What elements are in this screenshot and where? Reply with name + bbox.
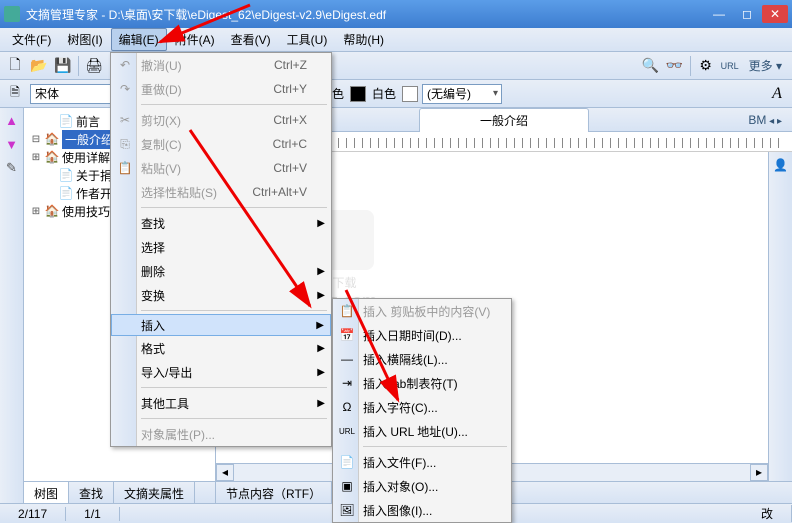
menu-pastespecial[interactable]: 选择性粘贴(S)Ctrl+Alt+V — [111, 180, 331, 204]
insert-char[interactable]: Ω插入字符(C)... — [333, 395, 511, 419]
menu-undo[interactable]: ↶撤消(U)Ctrl+Z — [111, 53, 331, 77]
insert-clipboard[interactable]: 📋插入 剪贴板中的内容(V) — [333, 299, 511, 323]
insert-submenu: 📋插入 剪贴板中的内容(V) 📅插入日期时间(D)... —插入横隔线(L)..… — [332, 298, 512, 523]
minimize-button[interactable]: — — [706, 5, 732, 23]
tab-rtf[interactable]: 节点内容（RTF） — [216, 482, 332, 503]
menu-attach[interactable]: 附件(A) — [167, 28, 223, 51]
menu-view[interactable]: 查看(V) — [223, 28, 279, 51]
app-icon — [4, 6, 20, 22]
insert-url[interactable]: URL插入 URL 地址(U)... — [333, 419, 511, 443]
open-icon[interactable]: 📂 — [28, 55, 50, 77]
insert-datetime[interactable]: 📅插入日期时间(D)... — [333, 323, 511, 347]
menu-redo[interactable]: ↷重做(D)Ctrl+Y — [111, 77, 331, 101]
insert-tab[interactable]: ⇥插入Tab制表符(T) — [333, 371, 511, 395]
url-icon[interactable]: URL — [719, 55, 741, 77]
titlebar: 文摘管理专家 - D:\桌面\安下载\eDigest_62\eDigest-v2… — [0, 0, 792, 28]
menu-format[interactable]: 格式▶ — [111, 336, 331, 360]
more-button[interactable]: 更多 ▾ — [743, 57, 788, 74]
binoc-icon[interactable]: 👓 — [664, 55, 686, 77]
number-combo[interactable]: (无编号) — [422, 84, 502, 104]
menu-copy[interactable]: ⎘复制(C)Ctrl+C — [111, 132, 331, 156]
bookmark-icon[interactable]: BM ◂ ▸ — [748, 113, 782, 127]
menu-tree[interactable]: 树图(I) — [59, 28, 110, 51]
find-icon[interactable]: 🔍 — [640, 55, 662, 77]
print-icon[interactable]: 🖨 — [83, 55, 105, 77]
save-icon[interactable]: 💾 — [52, 55, 74, 77]
status-info-icon[interactable]: 改 — [743, 505, 792, 522]
person-icon[interactable]: 👤 — [773, 158, 788, 172]
menu-select[interactable]: 选择 — [111, 235, 331, 259]
menu-delete[interactable]: 删除▶ — [111, 259, 331, 283]
fgcolor-label: 白色 — [370, 85, 398, 102]
window-title: 文摘管理专家 - D:\桌面\安下载\eDigest_62\eDigest-v2… — [26, 6, 704, 23]
insert-object[interactable]: ▣插入对象(O)... — [333, 474, 511, 498]
menu-importexport[interactable]: 导入/导出▶ — [111, 360, 331, 384]
insert-file[interactable]: 📄插入文件(F)... — [333, 450, 511, 474]
insert-image[interactable]: 🖼插入图像(I)... — [333, 498, 511, 522]
left-tabs: 树图 查找 文摘夹属性 — [24, 481, 215, 503]
menu-cut[interactable]: ✂剪切(X)Ctrl+X — [111, 108, 331, 132]
menu-find[interactable]: 查找▶ — [111, 211, 331, 235]
menu-objprops[interactable]: 对象属性(P)... — [111, 422, 331, 446]
menu-paste[interactable]: 📋粘贴(V)Ctrl+V — [111, 156, 331, 180]
tool-icon[interactable]: ⚙ — [695, 55, 717, 77]
maximize-button[interactable]: ◻ — [734, 5, 760, 23]
menu-edit[interactable]: 编辑(E) — [111, 28, 167, 51]
vt-down-icon[interactable]: ▼ — [2, 134, 22, 154]
vt-up-icon[interactable]: ▲ — [2, 110, 22, 130]
menu-insert[interactable]: 插入▶ — [111, 314, 331, 336]
menu-help[interactable]: 帮助(H) — [335, 28, 392, 51]
status-right: 1/1 — [66, 507, 120, 521]
menubar: 文件(F) 树图(I) 编辑(E) 附件(A) 查看(V) 工具(U) 帮助(H… — [0, 28, 792, 52]
vertical-toolbar: ▲ ▼ ✎ — [0, 108, 24, 503]
menu-tools[interactable]: 工具(U) — [279, 28, 336, 51]
close-button[interactable]: ✕ — [762, 5, 788, 23]
tab-search[interactable]: 查找 — [69, 482, 114, 503]
menu-transform[interactable]: 变换▶ — [111, 283, 331, 307]
edit-dropdown: ↶撤消(U)Ctrl+Z ↷重做(D)Ctrl+Y ✂剪切(X)Ctrl+X ⎘… — [110, 52, 332, 447]
insert-hr[interactable]: —插入横隔线(L)... — [333, 347, 511, 371]
doc-tab[interactable]: 一般介绍 — [419, 108, 589, 132]
status-left: 2/117 — [0, 507, 66, 521]
menu-file[interactable]: 文件(F) — [4, 28, 59, 51]
tab-tree[interactable]: 树图 — [24, 482, 69, 503]
bgcolor-swatch[interactable] — [350, 86, 366, 102]
doc-icon[interactable]: 🗎 — [4, 83, 26, 105]
font-style-icon[interactable]: A — [766, 83, 788, 105]
editor-vtoolbar: 👤 — [768, 152, 792, 481]
menu-othertools[interactable]: 其他工具▶ — [111, 391, 331, 415]
new-icon[interactable]: 🗋 — [4, 55, 26, 77]
vt-edit-icon[interactable]: ✎ — [2, 158, 22, 178]
tab-props[interactable]: 文摘夹属性 — [114, 482, 195, 503]
fgcolor-swatch[interactable] — [402, 86, 418, 102]
